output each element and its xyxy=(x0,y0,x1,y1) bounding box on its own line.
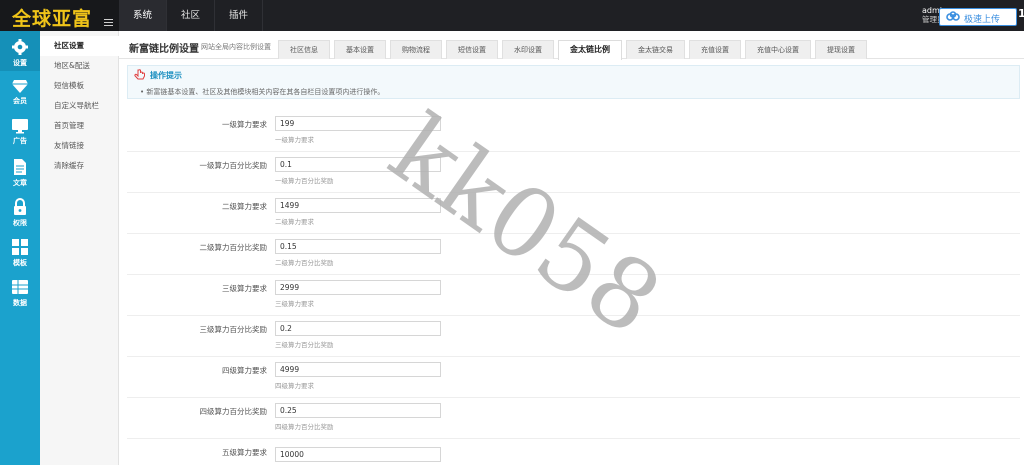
top-nav-community[interactable]: 社区 xyxy=(167,0,216,31)
top-edge-number: 1 xyxy=(1018,7,1024,20)
field-label: 一级算力百分比奖励 xyxy=(199,161,268,170)
icon-sidebar-label: 数据 xyxy=(13,299,27,307)
sub-sidebar-region-shipping[interactable]: 地区&配送 xyxy=(40,56,119,76)
icon-sidebar-label: 广告 xyxy=(13,137,27,145)
logo-text: 全球亚富 xyxy=(12,8,93,30)
sub-sidebar-custom-nav[interactable]: 自定义导航栏 xyxy=(40,96,119,116)
icon-sidebar-templates[interactable]: 模板 xyxy=(0,231,40,271)
form-row: 一级算力要求 一级算力要求 xyxy=(127,111,1020,152)
icon-sidebar-articles[interactable]: 文章 xyxy=(0,151,40,191)
page-title: 新富链比例设置 xyxy=(129,44,199,55)
icon-sidebar-label: 权限 xyxy=(13,219,27,227)
cloud-upload-icon xyxy=(946,11,960,21)
form-row: 三级算力百分比奖励 三级算力百分比奖励 xyxy=(127,316,1020,357)
form-row: 四级算力百分比奖励 四级算力百分比奖励 xyxy=(127,398,1020,439)
tab-recharge-center[interactable]: 充值中心设置 xyxy=(745,40,811,59)
page-subtitle: 网站全局内容比例设置 xyxy=(201,43,271,51)
field-label: 四级算力要求 xyxy=(222,366,267,375)
icon-sidebar-permissions[interactable]: 权限 xyxy=(0,191,40,231)
icon-sidebar-label: 设置 xyxy=(13,59,27,67)
tab-withdraw-settings[interactable]: 提现设置 xyxy=(815,40,867,59)
main-content: 新富链比例设置 网站全局内容比例设置 社区信息 基本设置 购物流程 短信设置 水… xyxy=(119,31,1024,465)
level2-power-input[interactable] xyxy=(275,198,441,213)
sub-sidebar-clear-cache[interactable]: 清除缓存 xyxy=(40,156,119,176)
tab-recharge-settings[interactable]: 充值设置 xyxy=(689,40,741,59)
icon-sidebar-ads[interactable]: 广告 xyxy=(0,111,40,151)
lock-icon xyxy=(14,198,26,215)
page-header: 新富链比例设置 网站全局内容比例设置 社区信息 基本设置 购物流程 短信设置 水… xyxy=(119,31,1024,60)
level3-reward-input[interactable] xyxy=(275,321,441,336)
field-hint: 二级算力要求 xyxy=(275,218,314,226)
gear-icon xyxy=(12,39,28,55)
form-row: 三级算力要求 三级算力要求 xyxy=(127,275,1020,316)
icon-sidebar-label: 模板 xyxy=(13,259,27,267)
top-nav-system[interactable]: 系统 xyxy=(119,0,168,31)
logo[interactable]: 全球亚富 xyxy=(0,0,119,31)
monitor-icon xyxy=(12,119,28,134)
level1-power-input[interactable] xyxy=(275,116,441,131)
tab-ratio[interactable]: 金太链比例 xyxy=(558,40,622,60)
sub-sidebar-friend-links[interactable]: 友情链接 xyxy=(40,136,119,156)
field-label: 二级算力百分比奖励 xyxy=(199,243,268,252)
form-row: 二级算力百分比奖励 二级算力百分比奖励 xyxy=(127,234,1020,275)
field-hint: 二级算力百分比奖励 xyxy=(275,259,334,267)
tab-watermark-settings[interactable]: 水印设置 xyxy=(502,40,554,59)
operation-tips-title: 操作提示 xyxy=(150,71,182,80)
field-label: 一级算力要求 xyxy=(222,120,267,129)
icon-sidebar: 设置 会员 广告 文章 权限 模板 数据 xyxy=(0,31,40,465)
top-bar: 全球亚富 系统 社区 插件 admin 管理员 极速上传 1 xyxy=(0,0,1024,31)
field-hint: 三级算力要求 xyxy=(275,300,314,308)
icon-sidebar-label: 会员 xyxy=(13,97,27,105)
field-hint: 三级算力百分比奖励 xyxy=(275,341,334,349)
diamond-icon xyxy=(12,80,28,93)
tab-bar: 社区信息 基本设置 购物流程 短信设置 水印设置 金太链比例 金太链交易 充值设… xyxy=(278,40,871,60)
icon-sidebar-members[interactable]: 会员 xyxy=(0,71,40,111)
form-row: 五级算力要求 xyxy=(127,439,1020,465)
operation-tips: 操作提示 • 新富链基本设置、社区及其他模块相关内容在其各自栏目设置项内进行操作… xyxy=(127,65,1020,99)
level2-reward-input[interactable] xyxy=(275,239,441,254)
level4-reward-input[interactable] xyxy=(275,403,441,418)
field-label: 三级算力要求 xyxy=(222,284,267,293)
pointer-hand-icon xyxy=(134,69,145,80)
form-row: 二级算力要求 二级算力要求 xyxy=(127,193,1020,234)
top-nav: 系统 社区 插件 xyxy=(119,0,264,31)
tab-community-info[interactable]: 社区信息 xyxy=(278,40,330,59)
field-hint: 一级算力百分比奖励 xyxy=(275,177,334,185)
icon-sidebar-label: 文章 xyxy=(13,179,27,187)
icon-sidebar-data[interactable]: 数据 xyxy=(0,271,40,311)
field-hint: 四级算力百分比奖励 xyxy=(275,423,334,431)
menu-toggle-icon[interactable] xyxy=(104,19,113,27)
tab-basic-settings[interactable]: 基本设置 xyxy=(334,40,386,59)
document-icon xyxy=(14,159,26,175)
form-row: 四级算力要求 四级算力要求 xyxy=(127,357,1020,398)
level3-power-input[interactable] xyxy=(275,280,441,295)
field-label: 五级算力要求 xyxy=(222,448,267,457)
field-hint: 四级算力要求 xyxy=(275,382,314,390)
field-hint: 一级算力要求 xyxy=(275,136,314,144)
level4-power-input[interactable] xyxy=(275,362,441,377)
icon-sidebar-settings[interactable]: 设置 xyxy=(0,31,40,71)
fast-upload-label: 极速上传 xyxy=(964,15,1001,25)
field-label: 三级算力百分比奖励 xyxy=(199,325,268,334)
sub-sidebar-home-management[interactable]: 首页管理 xyxy=(40,116,119,136)
sub-sidebar: 社区设置 地区&配送 短信模板 自定义导航栏 首页管理 友情链接 清除缓存 xyxy=(40,31,119,465)
level5-power-input[interactable] xyxy=(275,447,441,462)
top-nav-plugins[interactable]: 插件 xyxy=(215,0,264,31)
sub-sidebar-community-settings[interactable]: 社区设置 xyxy=(40,36,119,56)
fast-upload-button[interactable]: 极速上传 xyxy=(939,8,1017,26)
form-row: 一级算力百分比奖励 一级算力百分比奖励 xyxy=(127,152,1020,193)
grid-icon xyxy=(12,239,28,255)
database-icon xyxy=(12,280,28,294)
field-label: 二级算力要求 xyxy=(222,202,267,211)
level1-reward-input[interactable] xyxy=(275,157,441,172)
tab-trading[interactable]: 金太链交易 xyxy=(626,40,685,59)
field-label: 四级算力百分比奖励 xyxy=(199,407,268,416)
tab-shopping-flow[interactable]: 购物流程 xyxy=(390,40,442,59)
sub-sidebar-sms-templates[interactable]: 短信模板 xyxy=(40,76,119,96)
tab-sms-settings[interactable]: 短信设置 xyxy=(446,40,498,59)
operation-tips-text: • 新富链基本设置、社区及其他模块相关内容在其各自栏目设置项内进行操作。 xyxy=(140,88,385,96)
